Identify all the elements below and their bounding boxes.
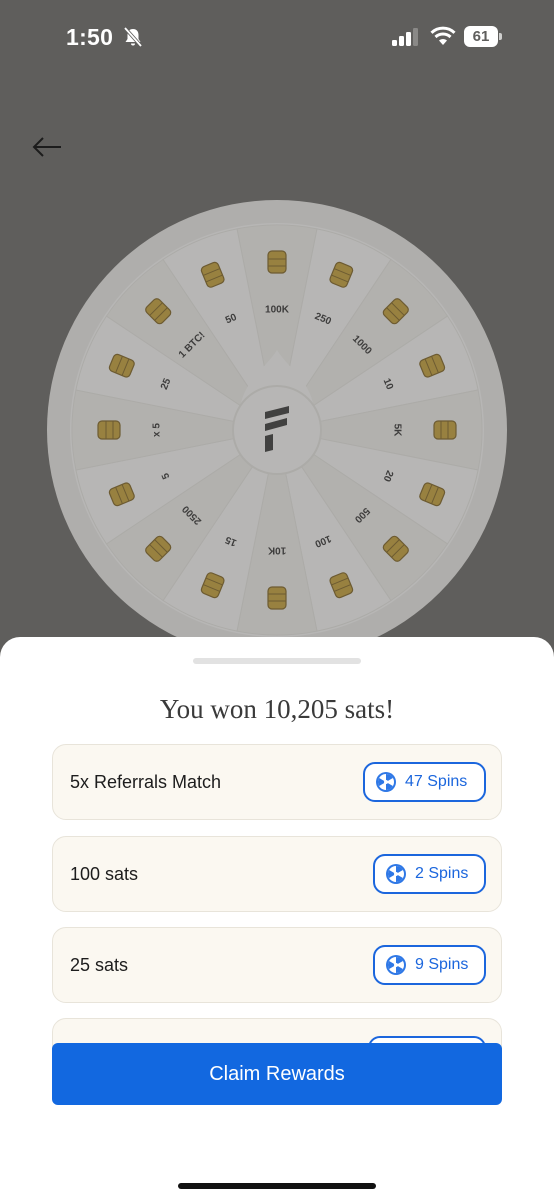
prize-wheel: 100K2501000105K2050010010K1525005x 5251 … [47, 200, 507, 660]
reward-row: 25 sats 9 Spins [52, 927, 502, 1003]
home-indicator [178, 1183, 376, 1189]
status-time: 1:50 [66, 24, 114, 50]
battery-level: 61 [464, 26, 498, 47]
sheet-grabber[interactable] [193, 658, 361, 664]
reward-row: 5x Referrals Match 47 Spins [52, 744, 502, 820]
spin-wheel-icon [376, 772, 396, 792]
wheel-segment-label: x 5 [152, 423, 163, 437]
spins-count: 9 Spins [415, 956, 469, 973]
wheel-segment-label: 10K [267, 544, 286, 555]
coin-icon [97, 420, 121, 440]
back-arrow-icon[interactable] [32, 134, 62, 160]
coin-icon [433, 420, 457, 440]
reward-row: 100 sats 2 Spins [52, 836, 502, 912]
bell-slash-icon [123, 26, 143, 48]
wifi-icon [430, 26, 456, 45]
spin-wheel-icon [386, 864, 406, 884]
battery-tip [499, 33, 502, 40]
spins-button[interactable]: 9 Spins [373, 945, 486, 985]
spins-count: 47 Spins [405, 773, 468, 790]
rewards-sheet: You won 10,205 sats! 5x Referrals Match … [0, 637, 554, 1200]
wheel-segment-label: 100K [265, 305, 290, 316]
reward-label: 100 sats [70, 864, 139, 884]
spins-button[interactable]: 47 Spins [363, 762, 486, 802]
signal-icon [392, 28, 418, 46]
spins-button[interactable]: 2 Spins [373, 854, 486, 894]
coin-icon [267, 586, 287, 610]
wheel-hub [232, 385, 322, 475]
reward-label: 25 sats [70, 955, 129, 975]
sheet-title: You won 10,205 sats! [159, 694, 395, 724]
status-bar: 1:50 61 [0, 0, 554, 80]
battery-indicator: 61 [464, 26, 502, 47]
spin-wheel-icon [386, 955, 406, 975]
reward-label: 5x Referrals Match [70, 772, 222, 792]
wheel-segment-label: 5K [391, 424, 402, 438]
coin-icon [267, 250, 287, 274]
claim-rewards-button[interactable]: Claim Rewards [52, 1043, 502, 1105]
spins-count: 2 Spins [415, 865, 469, 882]
